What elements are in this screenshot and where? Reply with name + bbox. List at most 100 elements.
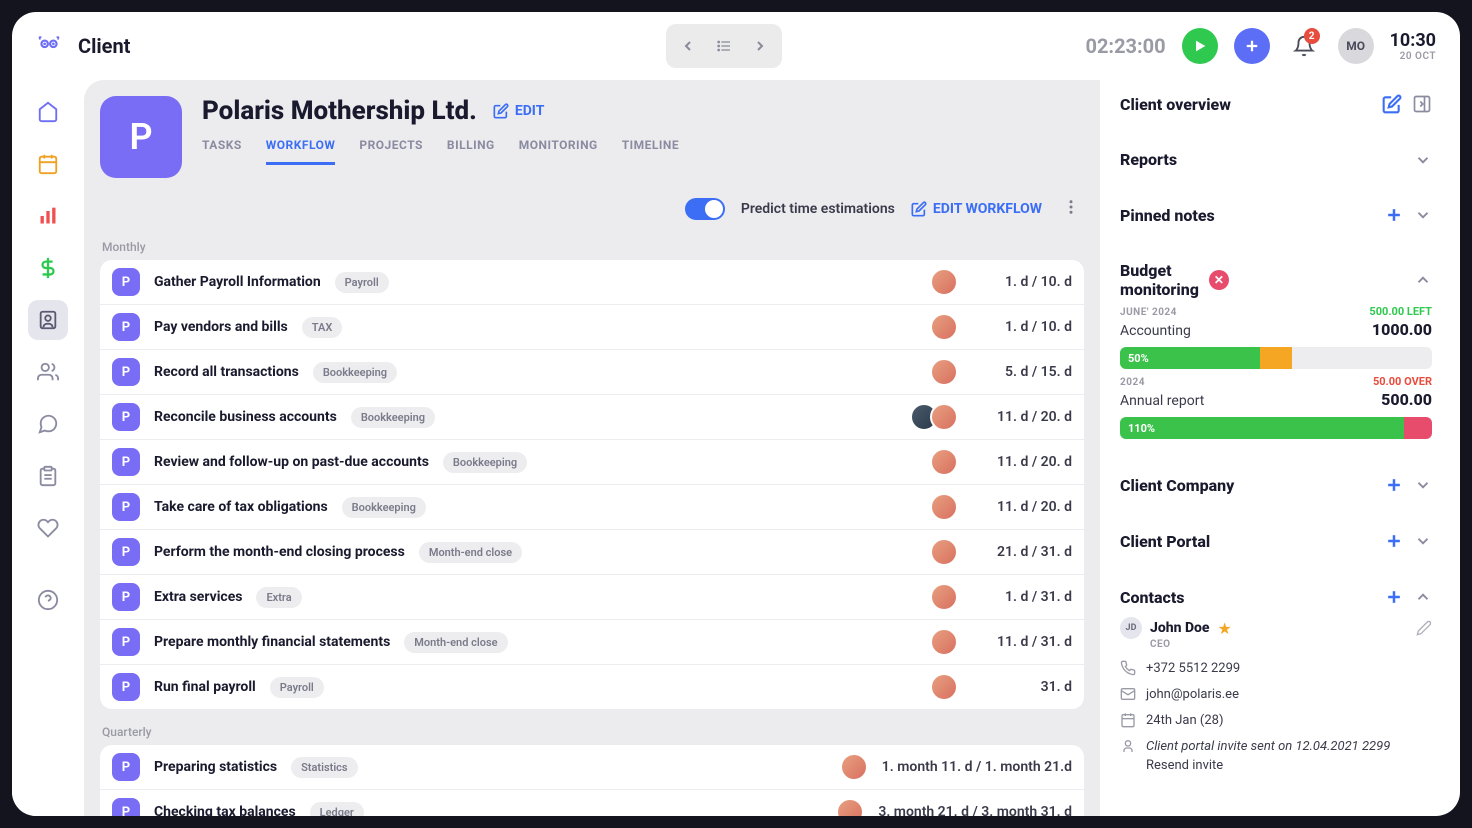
more-button[interactable] [1058,194,1084,224]
predict-toggle[interactable] [685,198,725,220]
task-title: Preparing statistics [154,759,277,775]
edit-overview-icon[interactable] [1382,94,1402,114]
clipboard-icon[interactable] [28,456,68,496]
add-icon[interactable] [1384,475,1404,495]
nav-list-button[interactable] [706,28,742,64]
task-icon: P [112,268,140,296]
task-row[interactable]: PChecking tax balancesLedger3. month 21.… [100,790,1084,816]
task-row[interactable]: PGather Payroll InformationPayroll1. d /… [100,260,1084,305]
task-row[interactable]: PRecord all transactionsBookkeeping5. d … [100,350,1084,395]
task-title: Run final payroll [154,679,256,695]
assignee-avatar [930,268,958,296]
contact-name: John Doe [1150,620,1210,636]
task-row[interactable]: PPay vendors and billsTAX1. d / 10. d [100,305,1084,350]
assignee-avatar [930,583,958,611]
nav-next-button[interactable] [742,28,778,64]
task-title: Pay vendors and bills [154,319,288,335]
task-title: Perform the month-end closing process [154,544,405,560]
task-icon: P [112,673,140,701]
sidebar [12,80,84,816]
task-tag: Ledger [310,802,364,817]
tab-billing[interactable]: BILLING [447,138,495,165]
task-row[interactable]: PTake care of tax obligationsBookkeeping… [100,485,1084,530]
heart-icon[interactable] [28,508,68,548]
collapse-panel-icon[interactable] [1412,94,1432,114]
chevron-down-icon[interactable] [1414,476,1432,494]
client-avatar: P [100,96,182,178]
user-avatar[interactable]: MO [1338,28,1374,64]
chart-icon[interactable] [28,196,68,236]
tab-timeline[interactable]: TIMELINE [622,138,679,165]
home-icon[interactable] [28,92,68,132]
nav-group [666,24,782,68]
edit-contact-icon[interactable] [1416,620,1432,636]
budget-progress: 50% [1120,347,1432,369]
task-icon: P [112,358,140,386]
add-button[interactable] [1234,28,1270,64]
task-row[interactable]: PPrepare monthly financial statementsMon… [100,620,1084,665]
topbar: Client 02:23:00 2 MO 10:30 20 OCT [12,12,1460,80]
task-date: 21. d / 31. d [972,544,1072,560]
assignee-avatar [930,448,958,476]
contacts-title: Contacts [1120,588,1374,607]
assignee-avatar [930,628,958,656]
budget-alert-icon[interactable]: ✕ [1209,270,1229,290]
task-row[interactable]: PPerform the month-end closing processMo… [100,530,1084,575]
add-icon[interactable] [1384,531,1404,551]
task-icon: P [112,448,140,476]
assignee-avatar [840,753,868,781]
resend-invite-link[interactable]: Resend invite [1146,758,1432,773]
chevron-down-icon[interactable] [1414,151,1432,169]
nav-prev-button[interactable] [670,28,706,64]
notifications-button[interactable]: 2 [1286,28,1322,64]
calendar-icon[interactable] [28,144,68,184]
edit-client-button[interactable]: EDIT [493,103,545,119]
task-date: 11. d / 20. d [972,454,1072,470]
pinned-title: Pinned notes [1120,206,1374,225]
tab-tasks[interactable]: TASKS [202,138,242,165]
play-button[interactable] [1182,28,1218,64]
add-contact-icon[interactable] [1384,587,1404,607]
tab-monitoring[interactable]: MONITORING [519,138,598,165]
task-date: 1. d / 10. d [972,274,1072,290]
help-icon[interactable] [28,580,68,620]
task-row[interactable]: PReview and follow-up on past-due accoun… [100,440,1084,485]
budget-name: Annual report [1120,393,1204,409]
chevron-up-icon[interactable] [1414,588,1432,606]
assignee-avatar [930,673,958,701]
task-list: PGather Payroll InformationPayroll1. d /… [100,260,1084,709]
task-tag: Payroll [270,677,324,698]
contacts-icon[interactable] [28,300,68,340]
contact-role: CEO [1150,639,1432,650]
task-icon: P [112,798,140,816]
dollar-icon[interactable] [28,248,68,288]
task-title: Record all transactions [154,364,299,380]
task-date: 31. d [972,679,1072,695]
task-row[interactable]: P Run final payroll Payroll 31. d [100,665,1084,709]
task-tag: Payroll [335,272,389,293]
tab-projects[interactable]: PROJECTS [359,138,423,165]
chevron-down-icon[interactable] [1414,206,1432,224]
task-icon: P [112,628,140,656]
add-note-icon[interactable] [1384,205,1404,225]
chevron-down-icon[interactable] [1414,532,1432,550]
chevron-up-icon[interactable] [1414,271,1432,289]
overview-title: Client overview [1120,95,1372,114]
reports-title: Reports [1120,150,1404,169]
budget-value: 1000.00 [1372,320,1432,339]
predict-label: Predict time estimations [741,201,895,217]
client-name: Polaris Mothership Ltd. [202,96,477,126]
star-icon: ★ [1218,619,1232,638]
users-icon[interactable] [28,352,68,392]
edit-workflow-button[interactable]: EDIT WORKFLOW [911,201,1042,217]
task-row[interactable]: PReconcile business accountsBookkeeping1… [100,395,1084,440]
tab-workflow[interactable]: WORKFLOW [266,138,336,165]
budget-status: 50.00 OVER [1373,375,1432,388]
task-title: Checking tax balances [154,804,296,816]
task-row[interactable]: PPreparing statisticsStatistics1. month … [100,745,1084,790]
task-date: 1. d / 10. d [972,319,1072,335]
task-row[interactable]: PExtra servicesExtra1. d / 31. d [100,575,1084,620]
chat-icon[interactable] [28,404,68,444]
contact-phone: +372 5512 2299 [1120,660,1432,676]
notification-badge: 2 [1304,28,1320,44]
